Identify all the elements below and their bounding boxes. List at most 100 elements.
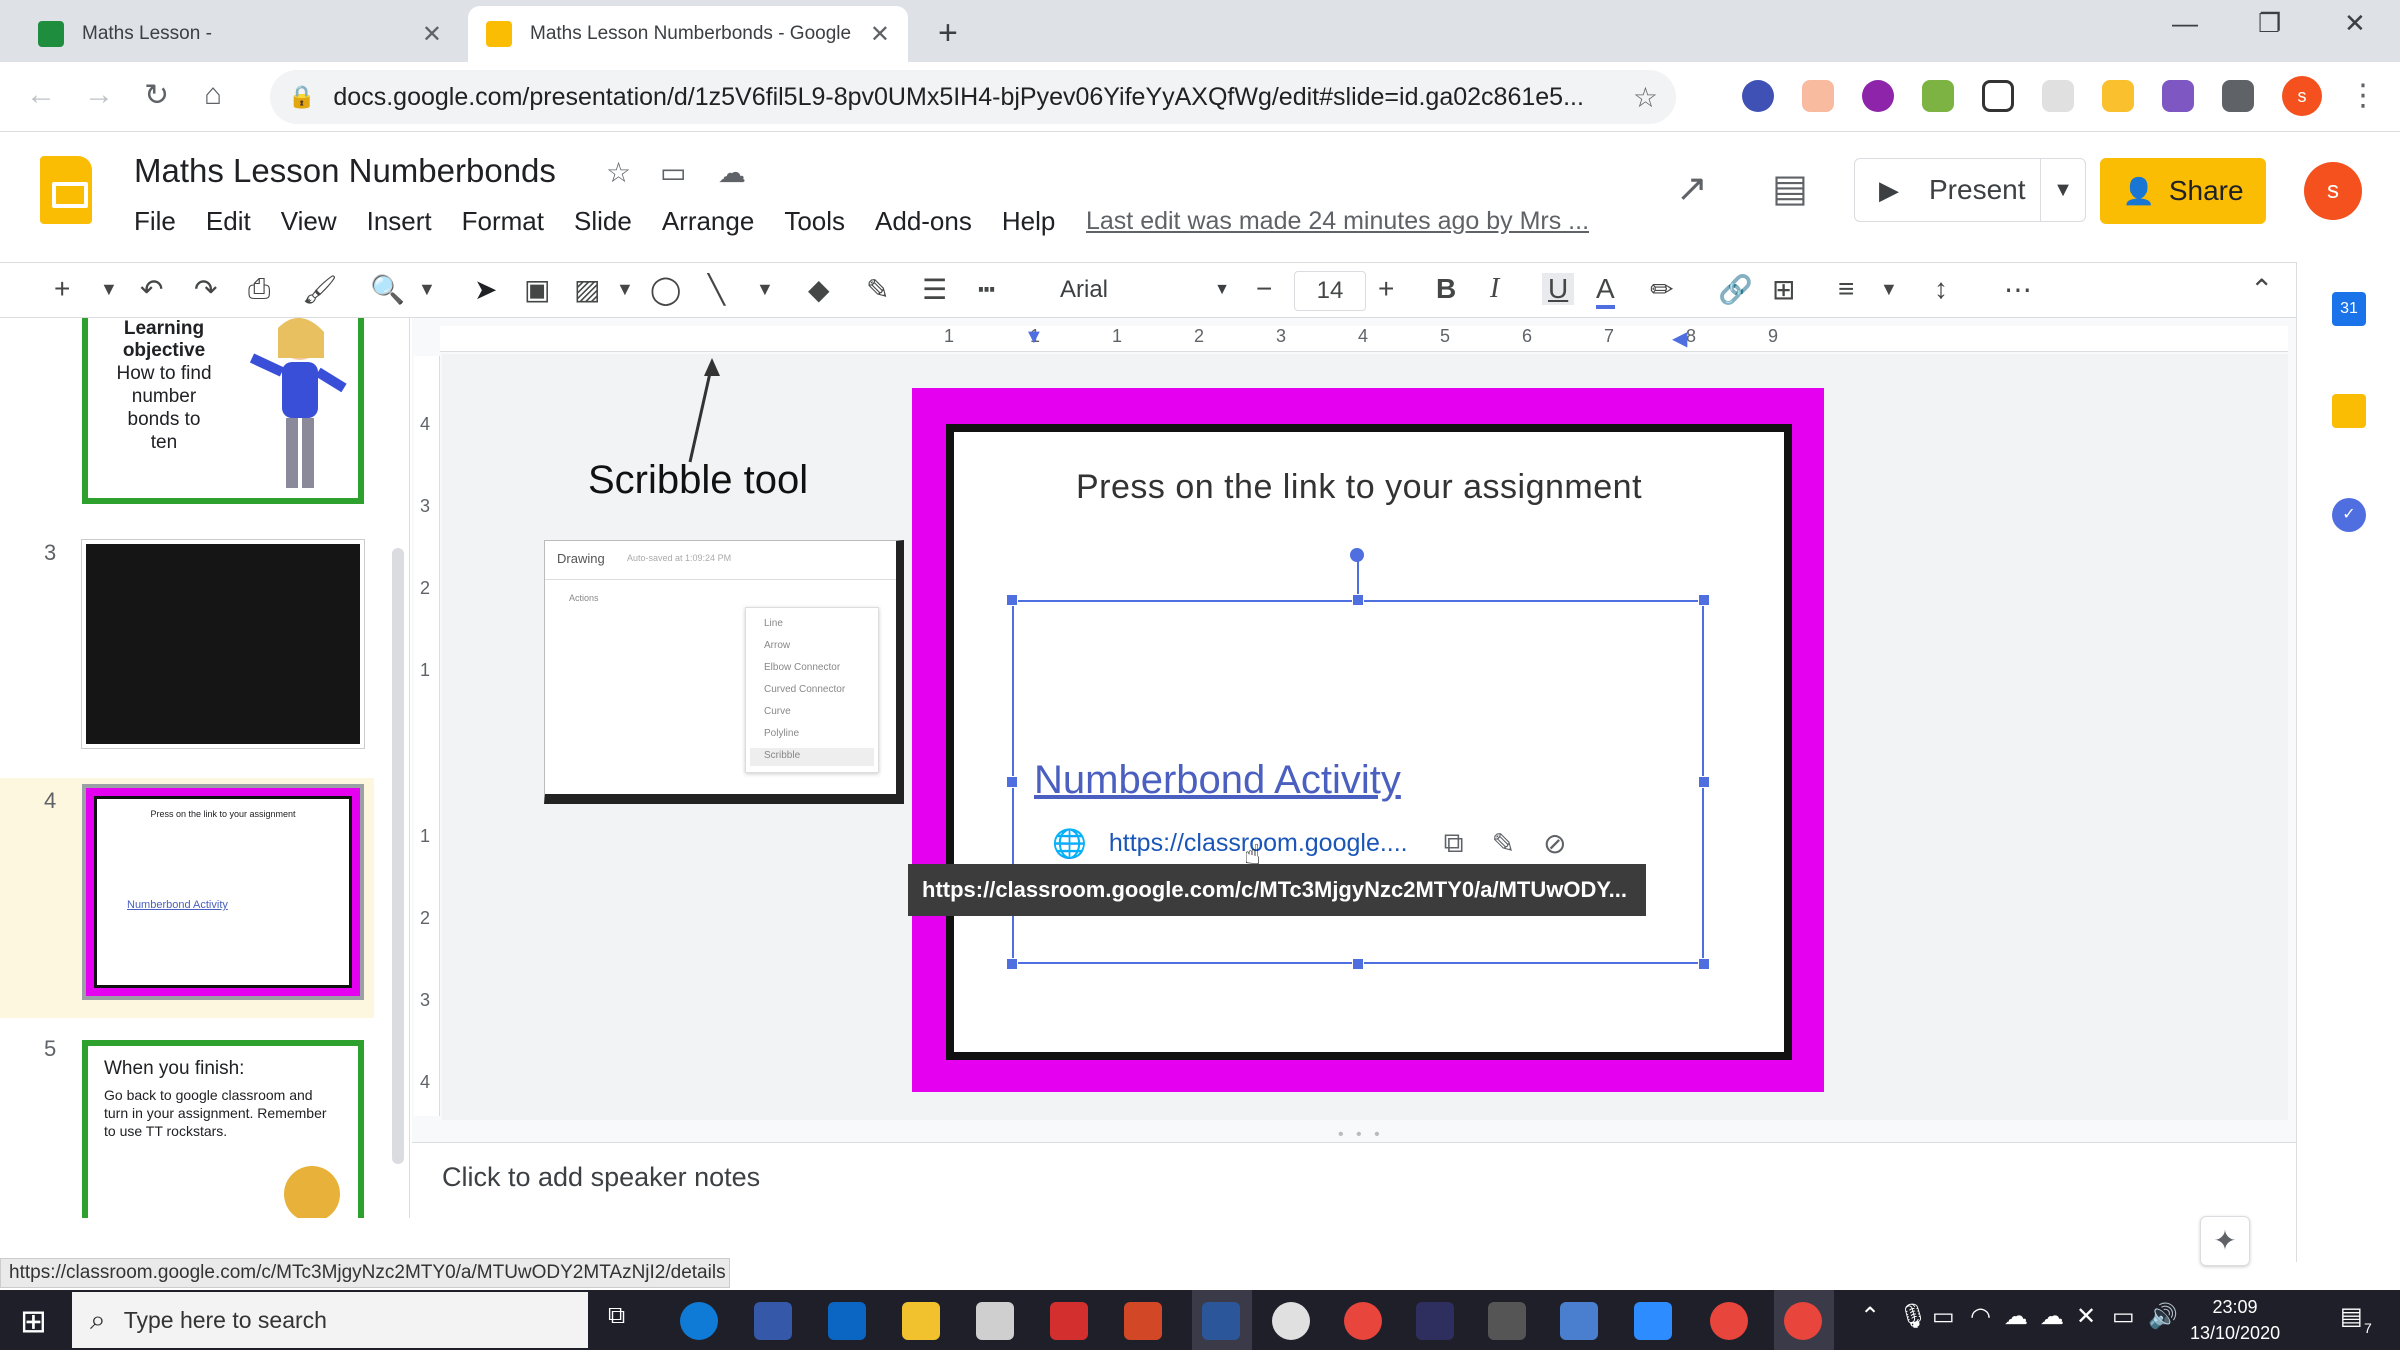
menu-slide[interactable]: Slide — [574, 206, 632, 237]
collapse-toolbar-icon[interactable]: ⌃ — [2250, 273, 2273, 306]
rotation-handle[interactable] — [1350, 548, 1364, 562]
sims-icon[interactable] — [754, 1302, 792, 1340]
more-options-icon[interactable]: ⋯ — [2004, 273, 2032, 306]
menu-arrange[interactable]: Arrange — [662, 206, 755, 237]
extension-m-icon[interactable] — [1862, 80, 1894, 112]
sims-2-icon[interactable] — [1416, 1302, 1454, 1340]
store-icon[interactable] — [828, 1302, 866, 1340]
insert-link-icon[interactable]: 🔗 — [1718, 273, 1753, 306]
extension-video-icon[interactable] — [2162, 80, 2194, 112]
slide-thumbnail-2[interactable]: Learning objective How to find number bo… — [82, 318, 364, 504]
calendar-icon[interactable]: 31 — [2332, 292, 2366, 326]
close-tab-icon[interactable]: ✕ — [422, 20, 442, 49]
address-url[interactable]: docs.google.com/presentation/d/1z5V6fil5… — [333, 83, 1620, 112]
menu-format[interactable]: Format — [462, 206, 544, 237]
onedrive-warning-icon[interactable]: ☁ — [2040, 1302, 2064, 1331]
remove-link-icon[interactable]: ⊘ — [1543, 827, 1566, 860]
image-dropdown-icon[interactable]: ▼ — [616, 279, 634, 300]
task-view-icon[interactable]: ⧉ — [608, 1302, 625, 1330]
new-tab-icon[interactable]: + — [938, 14, 958, 53]
paint-icon[interactable] — [976, 1302, 1014, 1340]
chrome-active-icon[interactable] — [1784, 1302, 1822, 1340]
zoom-dropdown-icon[interactable]: ▼ — [418, 279, 436, 300]
highlight-icon[interactable]: ✏ — [1650, 273, 1673, 306]
move-folder-icon[interactable]: ▭ — [660, 156, 686, 189]
close-tab-icon[interactable]: ✕ — [870, 20, 890, 49]
increase-font-icon[interactable]: + — [1378, 273, 1394, 305]
border-weight-icon[interactable]: ☰ — [922, 273, 947, 306]
underline-icon[interactable]: U — [1542, 273, 1575, 305]
onedrive-icon[interactable]: ☁ — [2004, 1302, 2028, 1331]
notifications-icon[interactable]: ▤ — [2340, 1302, 2363, 1331]
border-color-icon[interactable]: ✎ — [866, 273, 889, 306]
fill-color-icon[interactable]: ◆ — [808, 273, 830, 306]
bold-icon[interactable]: B — [1436, 273, 1456, 305]
extension-grid-icon[interactable] — [1982, 80, 2014, 112]
document-title[interactable]: Maths Lesson Numberbonds — [134, 152, 556, 190]
browser-profile-avatar[interactable]: s — [2282, 76, 2322, 116]
file-explorer-icon[interactable] — [902, 1302, 940, 1340]
new-slide-icon[interactable]: + — [54, 273, 70, 305]
resize-handle[interactable] — [1698, 594, 1710, 606]
window-close-icon[interactable]: ✕ — [2344, 8, 2366, 39]
font-size-input[interactable]: 14 — [1294, 271, 1366, 311]
star-icon[interactable]: ☆ — [606, 156, 631, 189]
resize-handle[interactable] — [1698, 776, 1710, 788]
photos-icon[interactable] — [1560, 1302, 1598, 1340]
browser-menu-icon[interactable]: ⋮ — [2348, 78, 2378, 113]
volume-icon[interactable]: 🔊 — [2148, 1302, 2178, 1331]
back-icon[interactable]: ← — [26, 78, 56, 112]
line-icon[interactable]: ╲ — [708, 273, 725, 306]
line-spacing-icon[interactable]: ↕ — [1934, 273, 1948, 305]
comments-icon[interactable]: ▤ — [1772, 166, 1808, 211]
resize-handle[interactable] — [1352, 958, 1364, 970]
keep-icon[interactable] — [2332, 394, 2366, 428]
resize-handle[interactable] — [1006, 958, 1018, 970]
acrobat-icon[interactable] — [1050, 1302, 1088, 1340]
powerpoint-icon[interactable] — [1124, 1302, 1162, 1340]
display-icon[interactable]: ▭ — [2112, 1302, 2135, 1331]
menu-tools[interactable]: Tools — [784, 206, 845, 237]
activity-trend-icon[interactable]: ↗ — [1676, 166, 1708, 211]
align-icon[interactable]: ≡ — [1838, 273, 1854, 305]
tray-chevron-icon[interactable]: ⌃ — [1860, 1302, 1880, 1331]
filmstrip-scrollbar[interactable] — [392, 548, 404, 1164]
print-icon[interactable]: ⎙ — [248, 273, 270, 306]
decrease-font-icon[interactable]: − — [1256, 273, 1272, 305]
restore-icon[interactable]: ❐ — [2258, 8, 2281, 39]
align-dropdown-icon[interactable]: ▼ — [1880, 279, 1898, 300]
zoom-icon[interactable]: 🔍 — [370, 273, 405, 306]
tasks-icon[interactable]: ✓ — [2332, 498, 2366, 532]
wifi-icon[interactable]: ◠ — [1970, 1302, 1991, 1331]
explore-icon[interactable]: ✦ — [2200, 1216, 2250, 1266]
extensions-puzzle-icon[interactable] — [2222, 80, 2254, 112]
redo-icon[interactable]: ↷ — [194, 273, 217, 306]
shape-icon[interactable]: ◯ — [650, 273, 681, 306]
slide-thumbnail-5[interactable]: When you finish: Go back to google class… — [82, 1040, 364, 1218]
undo-icon[interactable]: ↶ — [140, 273, 163, 306]
paint-format-icon[interactable]: 🖌 — [302, 273, 338, 306]
italic-icon[interactable]: I — [1490, 273, 1499, 305]
forward-icon[interactable]: → — [84, 78, 114, 112]
browser-tab-classroom[interactable]: Maths Lesson - ✕ — [20, 6, 460, 62]
last-edit-link[interactable]: Last edit was made 24 minutes ago by Mrs… — [1086, 207, 1589, 236]
speaker-notes-placeholder[interactable]: Click to add speaker notes — [442, 1162, 760, 1193]
home-icon[interactable]: ⌂ — [204, 78, 222, 112]
border-dash-icon[interactable]: ┅ — [978, 273, 995, 306]
extension-arrow-icon[interactable] — [1802, 80, 1834, 112]
menu-help[interactable]: Help — [1002, 206, 1055, 237]
speaker-notes-area[interactable] — [412, 1142, 2296, 1262]
extension-k-icon[interactable] — [1742, 80, 1774, 112]
office-icon[interactable]: ✕ — [2076, 1302, 2096, 1331]
present-dropdown-icon[interactable]: ▼ — [2041, 179, 2085, 202]
share-button[interactable]: 👤 Share — [2100, 158, 2266, 224]
extension-reader-icon[interactable] — [2042, 80, 2074, 112]
app-icon[interactable] — [1272, 1302, 1310, 1340]
left-indent-marker-icon[interactable]: ▼ — [1024, 326, 1044, 349]
bookmark-star-icon[interactable]: ☆ — [1633, 81, 1658, 114]
font-family-select[interactable]: Arial ▼ — [1060, 269, 1230, 311]
account-avatar[interactable]: s — [2304, 162, 2362, 220]
address-bar[interactable]: 🔒 docs.google.com/presentation/d/1z5V6fi… — [270, 70, 1676, 124]
chrome-icon[interactable] — [1344, 1302, 1382, 1340]
edit-link-icon[interactable]: ✎ — [1492, 827, 1515, 860]
